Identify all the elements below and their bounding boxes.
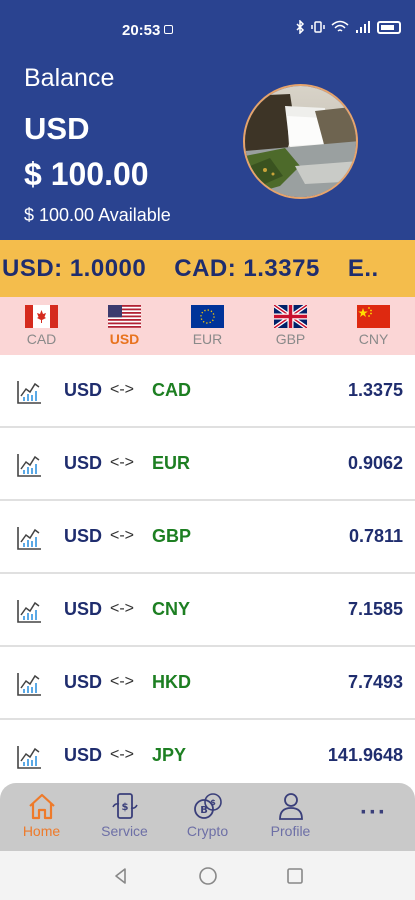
nav-label: Service (101, 823, 148, 839)
tab-label: USD (109, 331, 140, 347)
eu-flag-icon (191, 305, 224, 328)
nav-label: Home (22, 823, 61, 839)
svg-text:$: $ (121, 802, 128, 813)
rate-row-cny[interactable]: USD <-> CNY 7.1585 (0, 574, 415, 647)
system-navigation-bar (0, 851, 415, 900)
tab-label: EUR (192, 331, 223, 347)
rate-row-jpy[interactable]: USD <-> JPY 141.9648 (0, 720, 415, 787)
target-currency: HKD (152, 672, 191, 692)
back-icon[interactable] (110, 865, 132, 887)
nav-home[interactable]: Home (2, 783, 82, 851)
line-chart-icon (17, 527, 41, 550)
exchange-arrow: <-> (110, 600, 135, 617)
rate-value: 7.7493 (347, 672, 403, 692)
clock-text: 20:53 (122, 22, 161, 39)
rate-value: 0.9062 (347, 453, 403, 473)
crypto-icon: B$ (193, 793, 222, 819)
rate-row-eur[interactable]: USD <-> EUR 0.9062 (0, 428, 415, 501)
exchange-arrow: <-> (110, 527, 135, 544)
target-currency: JPY (152, 745, 187, 765)
bottom-navigation: Home $ Service B $ Crypto Profile ··· (0, 783, 415, 851)
nav-profile[interactable]: Profile (251, 783, 331, 851)
tab-eur[interactable]: EUR (173, 297, 243, 355)
status-icons (295, 20, 401, 34)
home-icon (28, 793, 55, 820)
ticker-item: E.. (347, 255, 379, 282)
rate-value: 7.1585 (347, 599, 403, 619)
signal-icon (356, 21, 370, 33)
nav-label: Profile (270, 823, 311, 839)
rate-ticker: USD: 1.0000 CAD: 1.3375 E.. (0, 240, 415, 297)
tab-label: CNY (358, 331, 389, 347)
status-time: 20:53 (122, 22, 174, 39)
line-chart-icon (17, 746, 41, 769)
avatar[interactable] (243, 84, 358, 199)
exchange-arrow: <-> (110, 381, 135, 398)
currency-tabs: CAD USD EUR GBP CNY (0, 297, 415, 355)
more-icon: ··· (360, 799, 387, 826)
recents-icon[interactable] (284, 865, 306, 887)
china-flag-icon (357, 305, 390, 328)
balance-currency: USD (24, 111, 90, 146)
line-chart-icon (17, 381, 41, 404)
tab-cny[interactable]: CNY (339, 297, 409, 355)
profile-icon (278, 793, 303, 820)
nav-label: Crypto (186, 823, 229, 839)
status-bar: 20:53 (0, 0, 415, 62)
uk-flag-icon (274, 305, 307, 328)
tab-cad[interactable]: CAD (7, 297, 77, 355)
exchange-rate-list: USD <-> CAD 1.3375 USD <-> EUR 0.9062 US… (0, 355, 415, 787)
base-currency: USD (64, 672, 103, 692)
base-currency: USD (64, 745, 103, 765)
wifi-icon (331, 20, 349, 32)
nav-crypto[interactable]: B $ Crypto (168, 783, 248, 851)
tab-label: CAD (26, 331, 57, 347)
service-icon: $ (111, 793, 138, 819)
line-chart-icon (17, 454, 41, 477)
base-currency: USD (64, 599, 103, 619)
home-circle-icon[interactable] (197, 865, 219, 887)
exchange-arrow: <-> (110, 673, 135, 690)
balance-amount: $ 100.00 (24, 156, 149, 192)
target-currency: GBP (152, 526, 192, 546)
vibrate-icon (311, 21, 325, 33)
line-chart-icon (17, 600, 41, 623)
svg-text:B: B (200, 805, 208, 816)
balance-header: 20:53 Balance USD $ 100.00 $ 100.00 Avai… (0, 0, 415, 240)
rate-row-gbp[interactable]: USD <-> GBP 0.7811 (0, 501, 415, 574)
notification-icon (164, 25, 174, 34)
ticker-item: CAD: 1.3375 (174, 255, 320, 282)
rate-value: 1.3375 (347, 380, 403, 400)
rate-row-cad[interactable]: USD <-> CAD 1.3375 (0, 355, 415, 428)
exchange-arrow: <-> (110, 454, 135, 471)
target-currency: EUR (152, 453, 191, 473)
balance-available: $ 100.00 Available (24, 205, 171, 225)
canada-flag-icon (25, 305, 58, 328)
base-currency: USD (64, 526, 103, 546)
svg-text:$: $ (210, 798, 216, 807)
target-currency: CNY (152, 599, 191, 619)
balance-title: Balance (24, 64, 115, 92)
usa-flag-icon (108, 305, 141, 328)
ticker-item: USD: 1.0000 (2, 255, 147, 282)
tab-gbp[interactable]: GBP (256, 297, 326, 355)
tab-usd[interactable]: USD (90, 297, 160, 355)
exchange-arrow: <-> (110, 746, 135, 763)
battery-icon (377, 20, 401, 34)
rate-row-hkd[interactable]: USD <-> HKD 7.7493 (0, 647, 415, 720)
base-currency: USD (64, 453, 103, 473)
target-currency: CAD (152, 380, 191, 400)
nav-more[interactable]: ··· (334, 783, 414, 851)
tab-label: GBP (275, 331, 306, 347)
rate-value: 141.9648 (327, 745, 403, 765)
rate-value: 0.7811 (348, 526, 403, 546)
nav-service[interactable]: $ Service (85, 783, 165, 851)
waterfall-landscape-image (245, 86, 356, 197)
bluetooth-icon (296, 20, 305, 34)
ticker-text: USD: 1.0000 CAD: 1.3375 E.. (2, 255, 407, 283)
base-currency: USD (64, 380, 103, 400)
line-chart-icon (17, 673, 41, 696)
